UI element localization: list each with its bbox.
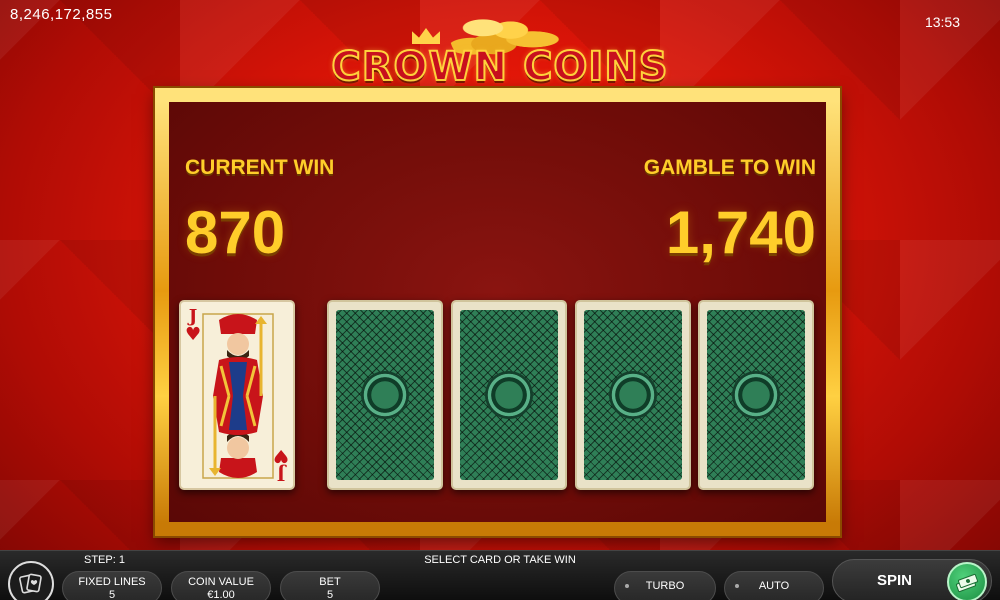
balance-readout: 8,246,172,855 — [10, 6, 113, 23]
coin-value-value: €1.00 — [207, 589, 235, 600]
card-rank: J — [276, 463, 286, 484]
turbo-indicator-dot — [625, 584, 629, 588]
card-back-logo-icon — [485, 371, 533, 419]
collect-win-button[interactable] — [947, 562, 987, 600]
card-back-pattern — [707, 310, 805, 480]
face-down-card-4[interactable] — [698, 300, 814, 490]
gamble-to-win-label: GAMBLE TO WIN — [643, 156, 816, 179]
auto-indicator-dot — [735, 584, 739, 588]
spin-label: SPIN — [877, 572, 913, 589]
fixed-lines-label: FIXED LINES — [78, 576, 146, 588]
current-win-value: 870 — [185, 199, 286, 266]
card-back-logo-icon — [609, 371, 657, 419]
auto-button[interactable]: AUTO — [724, 571, 824, 600]
turbo-label: TURBO — [645, 580, 685, 592]
gamble-panel: CURRENT WIN 870 GAMBLE TO WIN 1,740 J ♥ — [155, 88, 840, 536]
bet-label: BET — [319, 576, 341, 588]
bet-value: 5 — [326, 589, 334, 600]
jack-figure-icon — [202, 313, 274, 479]
face-down-card-1[interactable] — [327, 300, 443, 490]
card-back-pattern — [584, 310, 682, 480]
crown-icon — [412, 28, 440, 44]
fixed-lines-value: 5 — [108, 589, 116, 600]
cards-menu-icon — [19, 573, 42, 594]
menu-button[interactable] — [8, 561, 54, 600]
card-corner-bottom: J ♥ — [272, 445, 289, 484]
current-win-label: CURRENT WIN — [185, 156, 335, 179]
gamble-to-win-value: 1,740 — [665, 199, 816, 266]
control-bar: STEP: 1 SELECT CARD OR TAKE WIN FIXED LI… — [0, 550, 1000, 600]
turbo-button[interactable]: TURBO — [614, 571, 716, 600]
coin-value-selector[interactable]: COIN VALUE €1.00 — [171, 571, 271, 600]
clock-readout: 13:53 — [924, 14, 960, 30]
face-down-card-3[interactable] — [575, 300, 691, 490]
coin-value-label: COIN VALUE — [188, 576, 254, 588]
card-back-logo-icon — [361, 371, 409, 419]
card-back-pattern — [336, 310, 434, 480]
game-logo: CROWN COINS — [330, 14, 670, 94]
face-down-card-2[interactable] — [451, 300, 567, 490]
heart-icon: ♥ — [272, 445, 289, 466]
bet-selector[interactable]: BET 5 — [280, 571, 380, 600]
card-back-logo-icon — [732, 371, 780, 419]
dealer-card-jack-of-hearts: J ♥ J ♥ — [179, 300, 295, 490]
logo-title: CROWN COINS — [330, 43, 669, 91]
fixed-lines-display: FIXED LINES 5 — [62, 571, 162, 600]
spin-button[interactable]: SPIN — [832, 559, 992, 600]
auto-label: AUTO — [758, 580, 790, 592]
cash-stack-icon — [955, 573, 979, 593]
card-back-pattern — [460, 310, 558, 480]
